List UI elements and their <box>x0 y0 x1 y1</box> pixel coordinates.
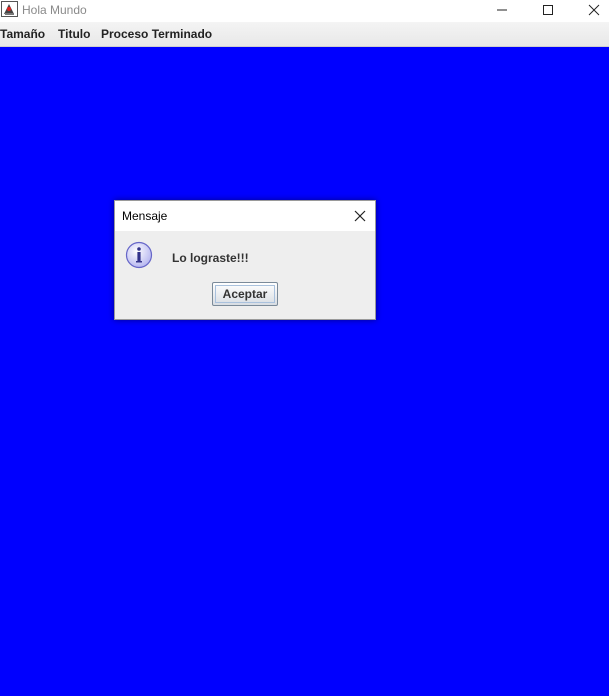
menubar: Tamaño Titulo Proceso Terminado <box>0 22 609 47</box>
menu-proceso-terminado[interactable]: Proceso Terminado <box>101 27 212 41</box>
information-icon <box>125 241 153 269</box>
close-icon <box>354 210 366 222</box>
accept-button[interactable]: Aceptar <box>212 282 278 306</box>
java-duke-icon <box>1 1 18 17</box>
close-icon <box>588 4 600 16</box>
dialog-close-button[interactable] <box>347 203 373 229</box>
menu-tamano[interactable]: Tamaño <box>0 27 45 41</box>
message-dialog: Mensaje Lo lograste!!! Aceptar <box>114 200 376 320</box>
maximize-button[interactable] <box>525 0 571 20</box>
dialog-titlebar[interactable]: Mensaje <box>115 201 375 231</box>
accept-button-label: Aceptar <box>215 285 275 303</box>
window-titlebar[interactable]: Hola Mundo <box>0 0 609 22</box>
maximize-icon <box>543 5 553 15</box>
minimize-button[interactable] <box>479 0 525 20</box>
minimize-icon <box>497 9 507 11</box>
close-button[interactable] <box>571 0 609 20</box>
dialog-message: Lo lograste!!! <box>172 251 249 265</box>
dialog-title: Mensaje <box>122 209 168 223</box>
menu-titulo[interactable]: Titulo <box>58 27 90 41</box>
content-pane <box>0 47 609 696</box>
window-title: Hola Mundo <box>22 3 87 17</box>
